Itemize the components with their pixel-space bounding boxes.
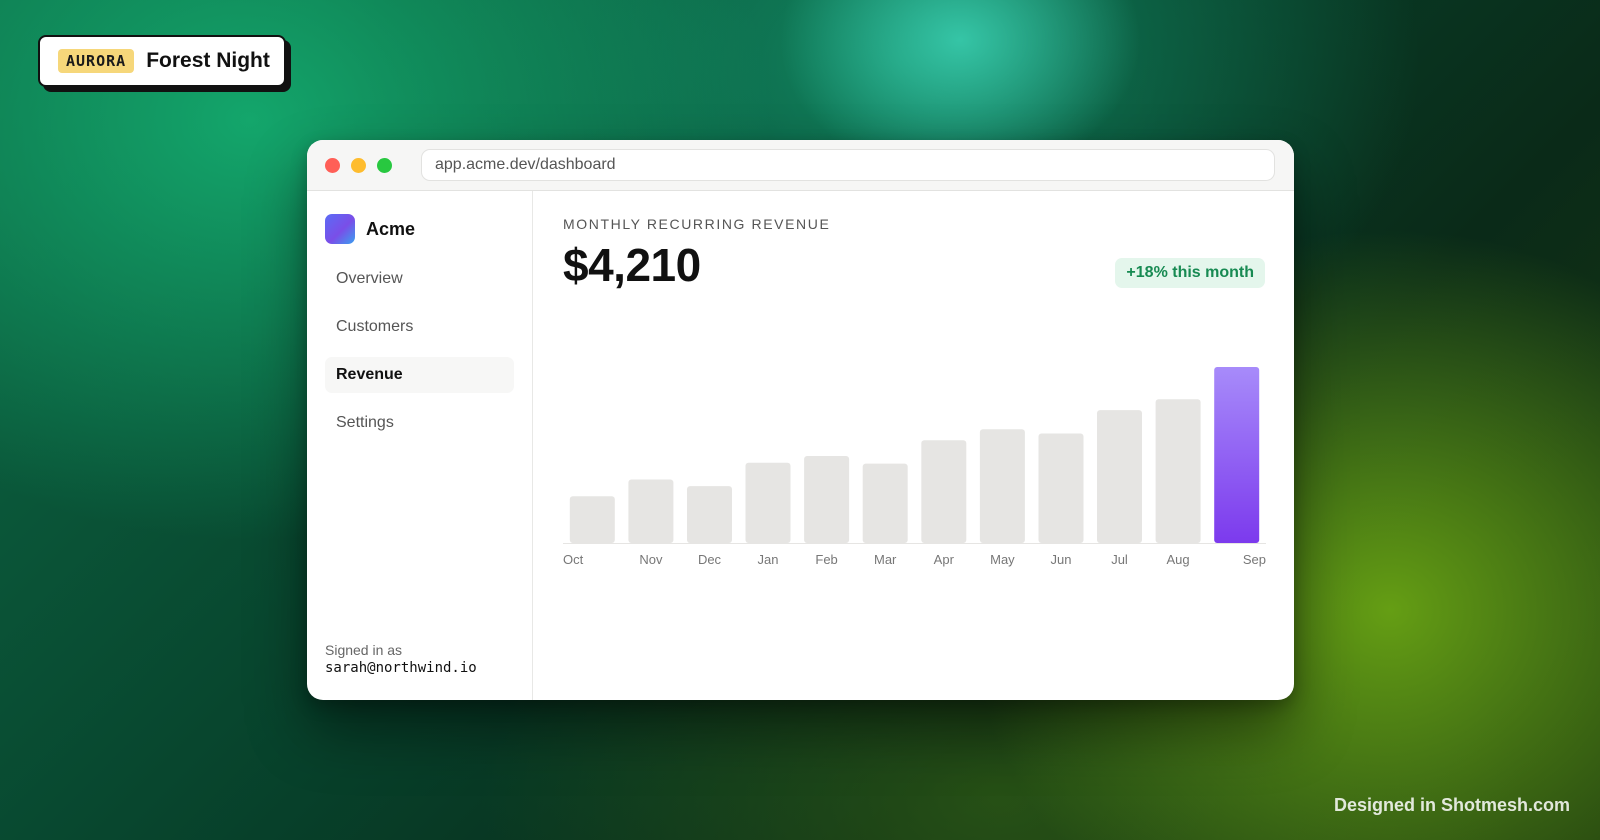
- x-tick-label: Oct: [563, 552, 584, 567]
- x-tick-label: Feb: [815, 552, 837, 567]
- x-tick-label: Nov: [639, 552, 663, 567]
- bar-mar[interactable]: [862, 463, 908, 543]
- address-bar[interactable]: app.acme.dev/dashboard: [421, 149, 1275, 181]
- sidebar-item-settings[interactable]: Settings: [325, 405, 514, 441]
- url-text: app.acme.dev/dashboard: [435, 156, 616, 173]
- bar-nov[interactable]: [628, 479, 674, 544]
- user-email: sarah@northwind.io: [325, 660, 477, 676]
- footer-credit: Designed in Shotmesh.com: [1333, 795, 1570, 815]
- bar-feb[interactable]: [804, 456, 850, 543]
- signed-in-label: Signed in as: [325, 642, 403, 658]
- x-tick-label: Mar: [874, 552, 897, 567]
- close-window-button[interactable]: [325, 157, 340, 173]
- sidebar-item-overview[interactable]: Overview: [325, 261, 514, 297]
- main-content: MONTHLY RECURRING REVENUE $4,210 +18% th…: [533, 191, 1294, 700]
- org-name: Acme: [366, 218, 416, 239]
- maximize-window-button[interactable]: [377, 157, 392, 173]
- x-tick-label: Apr: [934, 552, 955, 567]
- bar-jun[interactable]: [1038, 433, 1084, 544]
- sidebar-item-label: Customers: [336, 318, 414, 335]
- sidebar-item-label: Revenue: [336, 366, 403, 383]
- x-tick-label: May: [990, 552, 1015, 567]
- theme-badge: AURORA: [58, 49, 135, 73]
- bar-oct[interactable]: [569, 496, 615, 543]
- sidebar: Acme Overview Customers Revenue Settings…: [307, 191, 533, 700]
- org-logo: [325, 214, 355, 244]
- x-tick-label: Sep: [1243, 552, 1266, 567]
- sidebar-item-label: Settings: [336, 414, 394, 431]
- bar-jul[interactable]: [1097, 410, 1142, 543]
- theme-tag: AURORA Forest Night: [38, 35, 286, 87]
- revenue-chart: Oct Nov Dec Jan Feb Mar Apr May Jun Jul Aug Sep: [563, 281, 1266, 601]
- x-tick-label: Aug: [1167, 552, 1190, 567]
- x-tick-label: Jul: [1111, 552, 1128, 567]
- revenue-chart-svg: Oct Nov Dec Jan Feb Mar Apr May Jun Jul Aug Sep: [563, 367, 1266, 567]
- org-header[interactable]: Acme: [325, 214, 514, 244]
- bar-may[interactable]: [979, 429, 1025, 543]
- x-tick-label: Jun: [1051, 552, 1072, 567]
- theme-title: Forest Night: [146, 49, 270, 72]
- x-tick-label: Jan: [758, 552, 779, 567]
- metric-label: MONTHLY RECURRING REVENUE: [563, 216, 831, 232]
- sidebar-item-label: Overview: [336, 270, 403, 287]
- bar-aug[interactable]: [1155, 399, 1201, 543]
- browser-window: app.acme.dev/dashboard Acme Overview Cus…: [307, 140, 1294, 700]
- minimize-window-button[interactable]: [351, 157, 366, 173]
- bar-jan[interactable]: [745, 462, 791, 543]
- sidebar-item-customers[interactable]: Customers: [325, 309, 514, 345]
- bar-sep[interactable]: [1214, 367, 1260, 543]
- sidebar-item-revenue[interactable]: Revenue: [325, 357, 514, 393]
- window-titlebar: app.acme.dev/dashboard: [307, 140, 1294, 191]
- bar-apr[interactable]: [921, 440, 967, 543]
- x-tick-label: Dec: [698, 552, 722, 567]
- bar-dec[interactable]: [687, 486, 732, 543]
